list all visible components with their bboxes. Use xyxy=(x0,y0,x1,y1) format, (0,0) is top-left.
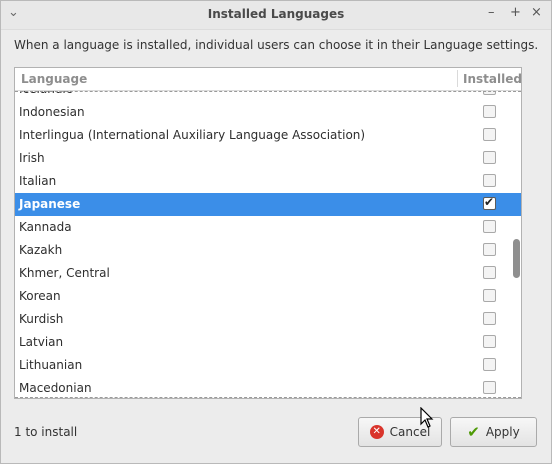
installed-checkbox[interactable] xyxy=(483,381,496,394)
language-list[interactable]: Language Installed Icelandic Indonesian In… xyxy=(14,67,522,399)
language-label: Lithuanian xyxy=(19,358,83,372)
language-label: Japanese xyxy=(19,197,81,211)
installed-checkbox[interactable] xyxy=(483,174,496,187)
language-label: Italian xyxy=(19,174,57,188)
language-row[interactable]: Irish xyxy=(15,147,521,170)
language-label: Irish xyxy=(19,151,45,165)
installed-checkbox[interactable] xyxy=(483,105,496,118)
language-row[interactable]: Latvian xyxy=(15,331,521,354)
language-label: Indonesian xyxy=(19,105,85,119)
language-row[interactable]: Japanese xyxy=(15,193,521,216)
language-row[interactable]: Lithuanian xyxy=(15,354,521,377)
installed-checkbox[interactable] xyxy=(483,312,496,325)
installed-checkbox[interactable] xyxy=(483,358,496,371)
installed-checkbox[interactable] xyxy=(483,335,496,348)
language-label: Khmer, Central xyxy=(19,266,110,280)
apply-button[interactable]: ✔ Apply xyxy=(450,417,537,447)
language-row[interactable]: Kurdish xyxy=(15,308,521,331)
column-header-language[interactable]: Language xyxy=(21,72,87,86)
description-text: When a language is installed, individual… xyxy=(14,38,539,52)
cancel-icon: ✕ xyxy=(369,425,384,439)
apply-label: Apply xyxy=(485,425,520,439)
language-label: Kazakh xyxy=(19,243,63,257)
language-row[interactable]: Khmer, Central xyxy=(15,262,521,285)
installed-checkbox[interactable] xyxy=(483,195,496,210)
maximize-icon[interactable]: + xyxy=(510,5,521,20)
language-row[interactable]: Macedonian xyxy=(15,377,521,398)
list-header: Language Installed xyxy=(15,68,521,91)
language-row[interactable]: Kazakh xyxy=(15,239,521,262)
language-label: Latvian xyxy=(19,335,64,349)
close-icon[interactable]: × xyxy=(531,5,542,20)
language-row[interactable]: Indonesian xyxy=(15,101,521,124)
mouse-pointer-icon xyxy=(420,407,434,428)
installed-languages-window: ⌄ Installed Languages – + × When a langu… xyxy=(0,0,552,464)
installed-checkbox[interactable] xyxy=(483,128,496,141)
language-row[interactable]: Icelandic xyxy=(15,91,521,101)
language-label: Interlingua (International Auxiliary Lan… xyxy=(19,128,366,142)
checkmark-icon: ✔ xyxy=(467,423,480,441)
installed-checkbox[interactable] xyxy=(483,289,496,302)
installed-checkbox[interactable] xyxy=(483,220,496,233)
language-row[interactable]: Interlingua (International Auxiliary Lan… xyxy=(15,124,521,147)
language-label: Macedonian xyxy=(19,381,92,395)
scroll-edge-bottom xyxy=(15,397,521,398)
installed-checkbox[interactable] xyxy=(483,151,496,164)
language-row[interactable]: Kannada xyxy=(15,216,521,239)
titlebar[interactable]: ⌄ Installed Languages – + × xyxy=(1,1,551,30)
minimize-icon[interactable]: – xyxy=(488,5,495,20)
language-label: Kurdish xyxy=(19,312,64,326)
language-row[interactable]: Korean xyxy=(15,285,521,308)
scroll-edge-top xyxy=(15,91,521,92)
scrollbar-thumb[interactable] xyxy=(513,239,520,278)
column-header-installed[interactable]: Installed xyxy=(463,72,521,86)
language-label: Kannada xyxy=(19,220,72,234)
list-rows: Icelandic Indonesian Interlingua (Internat… xyxy=(15,91,521,398)
column-separator xyxy=(457,70,458,87)
installed-checkbox[interactable] xyxy=(483,243,496,256)
install-status: 1 to install xyxy=(14,425,78,439)
window-title: Installed Languages xyxy=(207,7,345,21)
installed-checkbox[interactable] xyxy=(483,266,496,279)
language-label: Korean xyxy=(19,289,61,303)
rows-container: Icelandic Indonesian Interlingua (Internat… xyxy=(15,91,521,398)
language-row[interactable]: Italian xyxy=(15,170,521,193)
